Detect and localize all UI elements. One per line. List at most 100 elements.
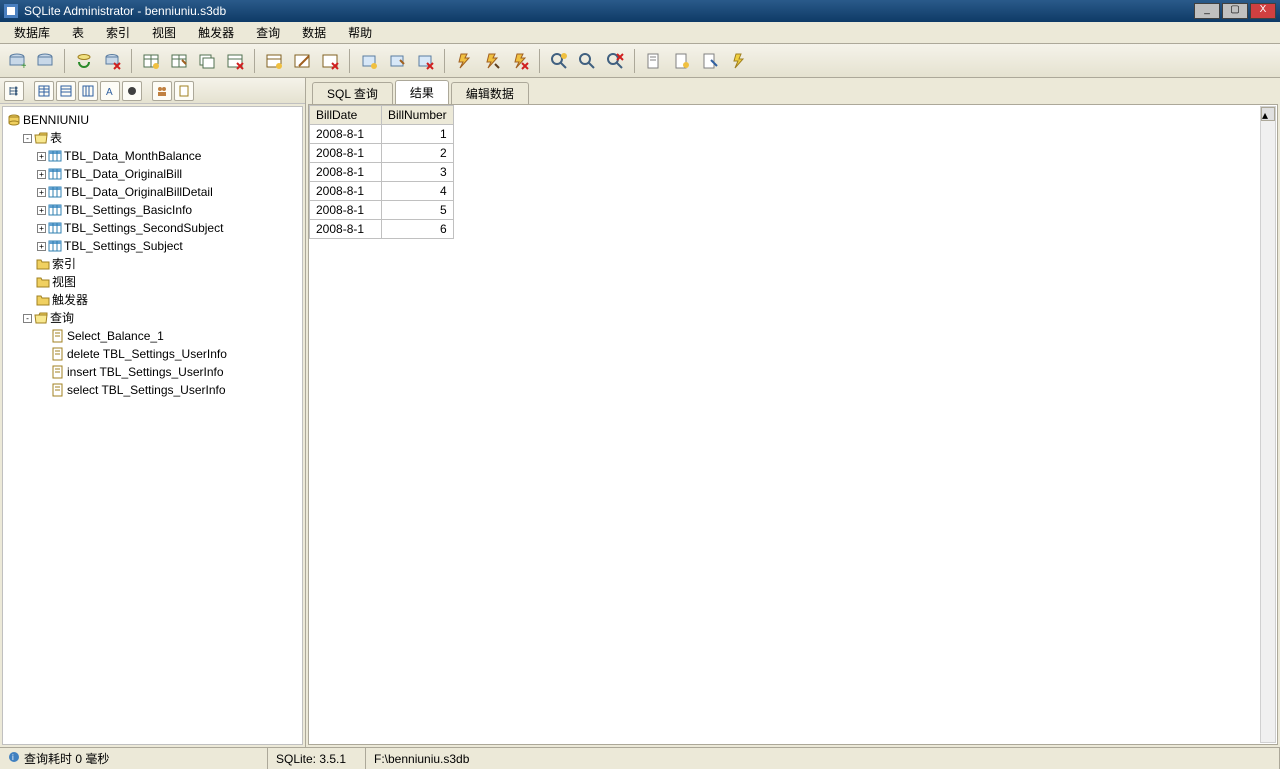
table-copy-icon[interactable] bbox=[194, 48, 220, 74]
data-2-icon[interactable] bbox=[669, 48, 695, 74]
menu-database[interactable]: 数据库 bbox=[4, 22, 60, 43]
tree-views-node[interactable]: 视图 bbox=[5, 273, 300, 291]
expand-icon[interactable]: + bbox=[37, 224, 46, 233]
db-refresh-icon[interactable] bbox=[71, 48, 97, 74]
cell-billdate[interactable]: 2008-8-1 bbox=[310, 125, 382, 144]
trigger-delete-icon[interactable] bbox=[507, 48, 533, 74]
tree-query-item[interactable]: insert TBL_Settings_UserInfo bbox=[5, 363, 300, 381]
expand-icon[interactable]: + bbox=[37, 206, 46, 215]
menu-data[interactable]: 数据 bbox=[292, 22, 336, 43]
expand-icon[interactable]: + bbox=[37, 152, 46, 161]
table-edit-icon[interactable] bbox=[166, 48, 192, 74]
menu-index[interactable]: 索引 bbox=[96, 22, 140, 43]
col-header-billdate[interactable]: BillDate bbox=[310, 106, 382, 125]
menu-view[interactable]: 视图 bbox=[142, 22, 186, 43]
view-edit-icon[interactable] bbox=[384, 48, 410, 74]
tab-result[interactable]: 结果 bbox=[395, 80, 449, 104]
col-header-billnumber[interactable]: BillNumber bbox=[382, 106, 454, 125]
tree-db-root[interactable]: BENNIUNIU bbox=[5, 111, 300, 129]
ltb-grid-icon[interactable] bbox=[34, 81, 54, 101]
data-1-icon[interactable] bbox=[641, 48, 667, 74]
result-grid[interactable]: BillDate BillNumber 2008-8-11 2008-8-12 … bbox=[309, 105, 454, 239]
vertical-scrollbar[interactable]: ▴ bbox=[1260, 106, 1276, 743]
tree-item-label: select TBL_Settings_UserInfo bbox=[67, 381, 226, 399]
cell-billnumber[interactable]: 6 bbox=[382, 220, 454, 239]
db-delete-icon[interactable] bbox=[99, 48, 125, 74]
db-open-icon[interactable] bbox=[32, 48, 58, 74]
cell-billnumber[interactable]: 5 bbox=[382, 201, 454, 220]
cell-billdate[interactable]: 2008-8-1 bbox=[310, 220, 382, 239]
ltb-cols-icon[interactable] bbox=[78, 81, 98, 101]
menu-trigger[interactable]: 触发器 bbox=[188, 22, 244, 43]
ltb-tree-icon[interactable] bbox=[4, 81, 24, 101]
tab-edit-data[interactable]: 编辑数据 bbox=[451, 82, 529, 104]
cell-billdate[interactable]: 2008-8-1 bbox=[310, 182, 382, 201]
cell-billnumber[interactable]: 3 bbox=[382, 163, 454, 182]
tree-table-item[interactable]: +TBL_Settings_BasicInfo bbox=[5, 201, 300, 219]
ltb-rows-icon[interactable] bbox=[56, 81, 76, 101]
tree-query-item[interactable]: select TBL_Settings_UserInfo bbox=[5, 381, 300, 399]
tree-query-item[interactable]: delete TBL_Settings_UserInfo bbox=[5, 345, 300, 363]
menu-table[interactable]: 表 bbox=[62, 22, 94, 43]
cell-billnumber[interactable]: 1 bbox=[382, 125, 454, 144]
table-action1-icon[interactable] bbox=[261, 48, 287, 74]
tree-table-item[interactable]: +TBL_Settings_SecondSubject bbox=[5, 219, 300, 237]
close-button[interactable]: X bbox=[1250, 3, 1276, 19]
query-new-icon[interactable] bbox=[546, 48, 572, 74]
expand-icon[interactable]: + bbox=[37, 188, 46, 197]
table-row[interactable]: 2008-8-13 bbox=[310, 163, 454, 182]
folder-open-icon bbox=[34, 131, 48, 145]
expand-icon[interactable]: + bbox=[37, 170, 46, 179]
table-icon bbox=[48, 167, 62, 181]
db-new-icon[interactable]: + bbox=[4, 48, 30, 74]
cell-billnumber[interactable]: 4 bbox=[382, 182, 454, 201]
query-delete-icon[interactable] bbox=[602, 48, 628, 74]
tree-query-item[interactable]: Select_Balance_1 bbox=[5, 327, 300, 345]
query-edit-icon[interactable] bbox=[574, 48, 600, 74]
table-row[interactable]: 2008-8-16 bbox=[310, 220, 454, 239]
db-tree[interactable]: BENNIUNIU - 表 +TBL_Data_MonthBalance +T bbox=[2, 106, 303, 745]
ltb-ball-icon[interactable] bbox=[122, 81, 142, 101]
tree-queries-label: 查询 bbox=[50, 309, 74, 327]
table-action2-icon[interactable] bbox=[289, 48, 315, 74]
cell-billdate[interactable]: 2008-8-1 bbox=[310, 163, 382, 182]
cell-billdate[interactable]: 2008-8-1 bbox=[310, 144, 382, 163]
trigger-new-icon[interactable] bbox=[451, 48, 477, 74]
tree-indexes-node[interactable]: 索引 bbox=[5, 255, 300, 273]
ltb-doc-icon[interactable] bbox=[174, 81, 194, 101]
view-delete-icon[interactable] bbox=[412, 48, 438, 74]
ltb-font-icon[interactable]: A bbox=[100, 81, 120, 101]
maximize-button[interactable]: ▢ bbox=[1222, 3, 1248, 19]
tree-tables-node[interactable]: - 表 bbox=[5, 129, 300, 147]
minimize-button[interactable]: _ bbox=[1194, 3, 1220, 19]
cell-billnumber[interactable]: 2 bbox=[382, 144, 454, 163]
collapse-icon[interactable]: - bbox=[23, 314, 32, 323]
tree-table-item[interactable]: +TBL_Data_OriginalBillDetail bbox=[5, 183, 300, 201]
tree-table-item[interactable]: +TBL_Data_OriginalBill bbox=[5, 165, 300, 183]
tab-sql-query[interactable]: SQL 查询 bbox=[312, 82, 393, 104]
expand-icon[interactable]: + bbox=[37, 242, 46, 251]
view-new-icon[interactable] bbox=[356, 48, 382, 74]
scroll-up-icon[interactable]: ▴ bbox=[1261, 107, 1275, 121]
execute-icon[interactable] bbox=[725, 48, 751, 74]
trigger-edit-icon[interactable] bbox=[479, 48, 505, 74]
table-new-icon[interactable] bbox=[138, 48, 164, 74]
table-row[interactable]: 2008-8-15 bbox=[310, 201, 454, 220]
folder-icon bbox=[36, 275, 50, 289]
table-action3-icon[interactable] bbox=[317, 48, 343, 74]
tree-table-item[interactable]: +TBL_Data_MonthBalance bbox=[5, 147, 300, 165]
table-row[interactable]: 2008-8-12 bbox=[310, 144, 454, 163]
menu-query[interactable]: 查询 bbox=[246, 22, 290, 43]
status-sqlite-version: SQLite: 3.5.1 bbox=[276, 752, 346, 766]
tree-triggers-node[interactable]: 触发器 bbox=[5, 291, 300, 309]
tree-queries-node[interactable]: - 查询 bbox=[5, 309, 300, 327]
tree-table-item[interactable]: +TBL_Settings_Subject bbox=[5, 237, 300, 255]
collapse-icon[interactable]: - bbox=[23, 134, 32, 143]
table-row[interactable]: 2008-8-11 bbox=[310, 125, 454, 144]
table-delete-icon[interactable] bbox=[222, 48, 248, 74]
data-3-icon[interactable] bbox=[697, 48, 723, 74]
table-row[interactable]: 2008-8-14 bbox=[310, 182, 454, 201]
menu-help[interactable]: 帮助 bbox=[338, 22, 382, 43]
cell-billdate[interactable]: 2008-8-1 bbox=[310, 201, 382, 220]
ltb-users-icon[interactable] bbox=[152, 81, 172, 101]
